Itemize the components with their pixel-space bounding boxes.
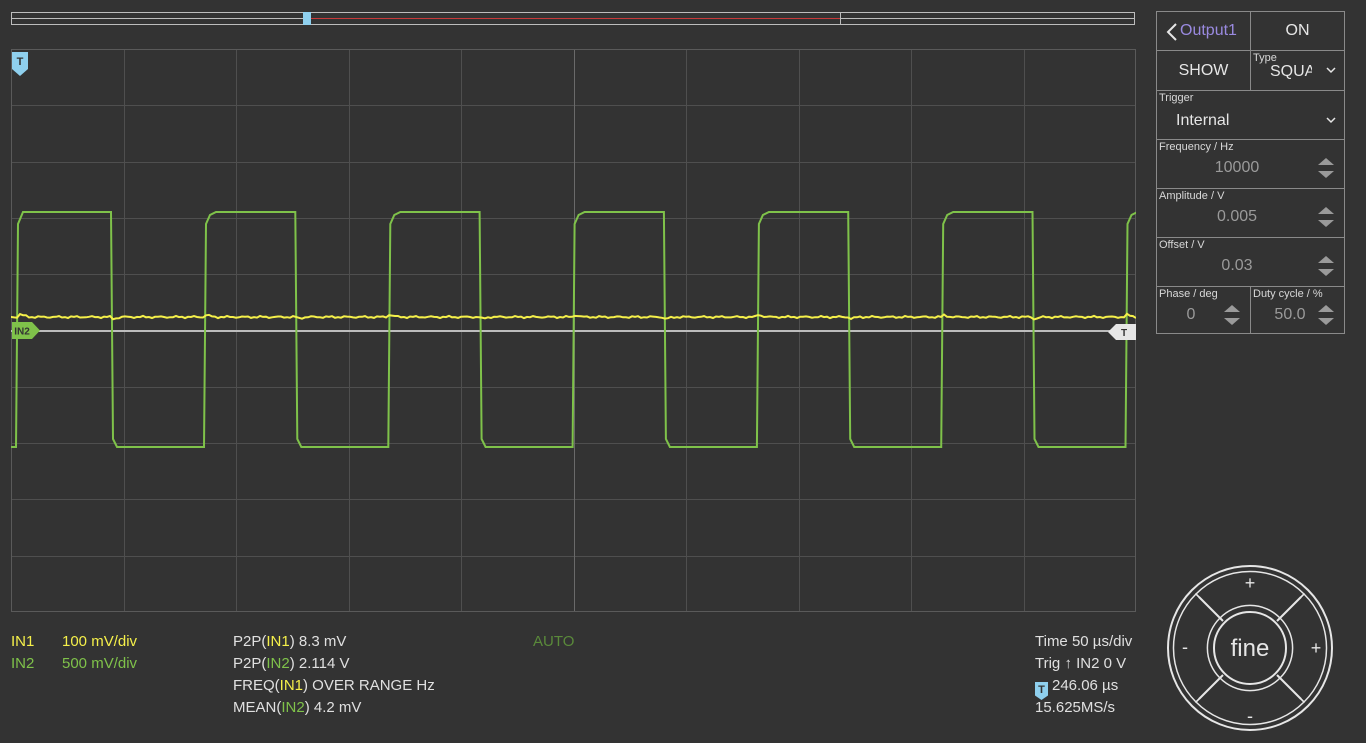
measurement-prefix: P2P( [233,633,267,650]
scope-grid-svg [11,49,1136,612]
rising-edge-icon: ↑ [1064,655,1072,672]
trigger-info[interactable]: Trig ↑ IN2 0 V [1035,655,1126,672]
measurement-prefix: FREQ( [233,677,280,694]
chevron-down-icon [1326,117,1336,124]
frequency-label: Frequency / Hz [1159,141,1234,153]
in1-channel-label[interactable]: IN1 [11,633,34,650]
trigger-time-marker-label: T [17,56,24,68]
knob-left-minus: - [1182,637,1188,657]
duty-cycle-field[interactable]: Duty cycle / % 50.0 [1251,287,1344,333]
trigger-info-prefix: Trig [1035,655,1061,672]
trigger-time-marker[interactable]: T [11,51,29,77]
amplitude-stepper-icon[interactable] [1318,207,1334,227]
trigger-level-marker[interactable]: T [1106,324,1136,340]
trigger-delay[interactable]: T 246.06 µs [1035,677,1118,700]
trigger-value: Internal [1176,112,1230,129]
measurement-result: ) 2.114 V [289,655,350,672]
trigger-select[interactable]: Trigger Internal [1157,91,1344,140]
trigger-level-marker-label: T [1121,328,1127,339]
measurement-freq-in1[interactable]: FREQ(IN1) OVER RANGE Hz [233,677,435,694]
output-settings-panel: Output1 ON SHOW Type SQUA Trigger Intern… [1156,11,1345,334]
measurement-result: ) OVER RANGE Hz [303,677,435,694]
time-per-div[interactable]: Time 50 µs/div [1035,633,1132,650]
measurement-channel: IN2 [266,655,290,672]
panel-show-type-row: SHOW Type SQUA [1157,51,1344,91]
back-button[interactable]: Output1 [1157,12,1250,50]
phase-label: Phase / deg [1159,288,1218,300]
duty-cycle-label: Duty cycle / % [1253,288,1323,300]
sample-rate: 15.625MS/s [1035,699,1116,716]
trigger-delay-icon: T [1035,682,1048,700]
panel-header-row: Output1 ON [1157,12,1344,51]
chevron-down-icon [1326,67,1336,74]
type-value: SQUA [1270,63,1312,80]
trigger-label: Trigger [1159,92,1194,104]
duty-cycle-stepper-icon[interactable] [1318,305,1334,325]
duty-cycle-value[interactable]: 50.0 [1265,306,1315,324]
timeline-trigger-marker[interactable] [303,12,311,25]
in2-channel-label[interactable]: IN2 [11,655,34,672]
in2-offset-marker[interactable]: IN2 [12,322,40,339]
knob-down-minus: - [1247,706,1253,726]
offset-stepper-icon[interactable] [1318,256,1334,276]
in2-scale: 500 mV/div [62,655,138,672]
knob-fine-button[interactable]: fine [1231,635,1270,662]
phase-stepper-icon[interactable] [1224,305,1240,325]
trigger-info-source: IN2 0 V [1076,655,1127,672]
in2-offset-marker-label: IN2 [14,327,30,338]
phase-field[interactable]: Phase / deg 0 [1157,287,1250,333]
fine-adjust-knob[interactable]: + + - - fine [1166,564,1334,732]
output-on-button[interactable]: ON [1251,12,1344,50]
offset-field[interactable]: Offset / V 0.03 [1157,238,1344,287]
amplitude-label: Amplitude / V [1159,190,1225,202]
phase-value[interactable]: 0 [1171,306,1211,324]
phase-duty-row: Phase / deg 0 Duty cycle / % 50.0 [1157,287,1344,333]
chevron-left-icon [1166,23,1177,41]
scope-display[interactable] [11,49,1136,612]
measurement-prefix: MEAN( [233,699,282,716]
frequency-field[interactable]: Frequency / Hz 10000 [1157,140,1344,189]
show-button[interactable]: SHOW [1157,51,1250,90]
knob-up-plus: + [1245,573,1256,593]
frequency-stepper-icon[interactable] [1318,158,1334,178]
in2-trace [11,211,1136,448]
measurement-p2p-in2[interactable]: P2P(IN2) 2.114 V [233,655,349,672]
measurement-channel: IN1 [266,633,290,650]
acquisition-mode[interactable]: AUTO [533,633,574,650]
offset-label: Offset / V [1159,239,1205,251]
trigger-delay-value: 246.06 µs [1052,677,1119,694]
measurement-p2p-in1[interactable]: P2P(IN1) 8.3 mV [233,633,346,650]
measurement-channel: IN2 [281,699,305,716]
output-name: Output1 [1180,22,1237,39]
measurement-result: ) 4.2 mV [304,699,362,716]
measurement-channel: IN1 [279,677,304,694]
type-select[interactable]: Type SQUA [1251,51,1344,90]
amplitude-value[interactable]: 0.005 [1197,208,1277,226]
offset-value[interactable]: 0.03 [1197,257,1277,275]
in1-scale: 100 mV/div [62,633,138,650]
measurement-mean-in2[interactable]: MEAN(IN2) 4.2 mV [233,699,361,716]
timeline-view-window[interactable] [306,13,841,24]
knob-right-plus: + [1311,638,1322,658]
amplitude-field[interactable]: Amplitude / V 0.005 [1157,189,1344,238]
acquisition-timeline[interactable] [11,12,1135,25]
measurement-prefix: P2P( [233,655,267,672]
measurement-result: ) 8.3 mV [289,633,347,650]
frequency-value[interactable]: 10000 [1197,159,1277,177]
